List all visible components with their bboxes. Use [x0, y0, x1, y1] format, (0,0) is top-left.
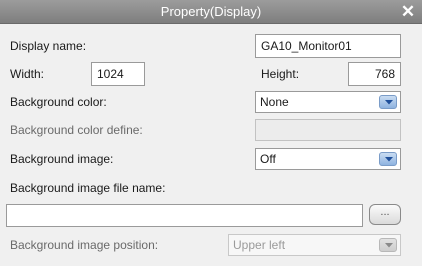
property-display-dialog: Property(Display) ✕ Display name: GA10_M… [0, 0, 422, 266]
chevron-down-icon[interactable] [379, 152, 397, 166]
chevron-down-icon [379, 238, 397, 252]
background-color-label: Background color: [10, 95, 107, 109]
background-image-label: Background image: [10, 152, 114, 166]
background-color-select[interactable]: None [255, 91, 401, 113]
background-color-define-field [255, 119, 401, 141]
width-label: Width: [10, 67, 45, 81]
background-color-value: None [260, 95, 289, 109]
background-color-define-label: Background color define: [10, 123, 143, 137]
title-bar[interactable]: Property(Display) ✕ [0, 0, 422, 24]
background-image-select[interactable]: Off [255, 148, 401, 170]
display-name-label: Display name: [10, 39, 87, 53]
chevron-down-icon[interactable] [379, 95, 397, 109]
background-image-position-label: Background image position: [10, 238, 159, 252]
browse-button[interactable]: ... [369, 204, 401, 225]
background-image-file-name-label: Background image file name: [10, 181, 166, 195]
background-image-value: Off [260, 152, 276, 166]
height-label: Height: [261, 67, 300, 81]
dialog-title: Property(Display) [160, 4, 262, 19]
background-image-file-name-input[interactable] [6, 204, 363, 227]
background-image-position-select: Upper left [228, 234, 401, 256]
height-input[interactable]: 768 [348, 62, 401, 86]
close-icon[interactable]: ✕ [400, 2, 416, 22]
width-input[interactable]: 1024 [91, 62, 145, 86]
background-image-position-value: Upper left [233, 238, 286, 252]
display-name-input[interactable]: GA10_Monitor01 [255, 34, 401, 58]
